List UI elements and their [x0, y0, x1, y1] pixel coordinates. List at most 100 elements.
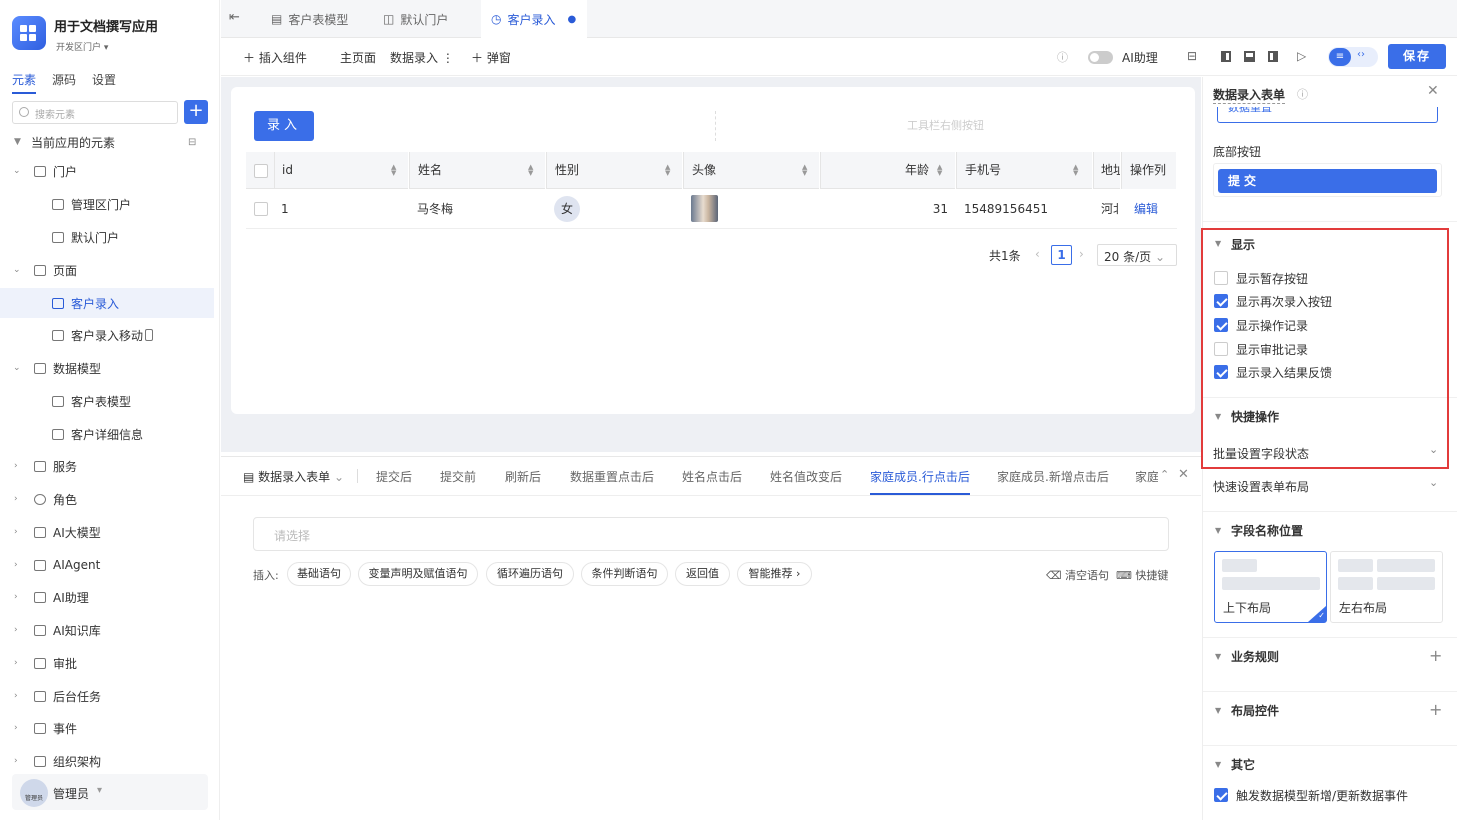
- expand-icon[interactable]: ⊟: [188, 137, 196, 148]
- trigger-event-checkbox[interactable]: [1214, 788, 1228, 802]
- insert-component-button[interactable]: ＋ 插入组件: [243, 49, 307, 66]
- event-action-select[interactable]: 请选择: [253, 517, 1169, 551]
- tab-default-portal[interactable]: ◫ 默认门户: [375, 0, 456, 38]
- col-address[interactable]: 地址: [1093, 152, 1121, 189]
- tree-pages[interactable]: ⌄ 页面: [0, 255, 214, 285]
- business-rules-header[interactable]: 业务规则: [1231, 648, 1279, 665]
- close-icon[interactable]: ✕: [1178, 467, 1189, 482]
- data-entry-menu[interactable]: 数据录入 ⋮: [390, 49, 454, 66]
- row-checkbox[interactable]: [254, 202, 268, 216]
- tree-portal[interactable]: ⌄ 门户: [0, 156, 214, 186]
- col-gender[interactable]: 性别 ▲ ▼: [546, 152, 683, 189]
- col-phone[interactable]: 手机号 ▲ ▼: [956, 152, 1093, 189]
- avatar-thumbnail[interactable]: [691, 195, 718, 222]
- tree-role[interactable]: › 角色: [0, 484, 214, 514]
- user-menu[interactable]: 管理员 管理员 ▾: [12, 774, 208, 810]
- submit-button[interactable]: 提交: [1218, 169, 1437, 193]
- quick-form-layout[interactable]: 快速设置表单布局: [1213, 478, 1309, 495]
- col-id[interactable]: id ▲ ▼: [274, 152, 409, 189]
- event-tab-after-refresh[interactable]: 刷新后: [505, 468, 541, 485]
- bottom-panel-icon[interactable]: [1244, 51, 1255, 62]
- col-age[interactable]: 年龄 ▲ ▼: [820, 152, 956, 189]
- tree-data-model[interactable]: ⌄ 数据模型: [0, 353, 214, 383]
- layout-toggle-icon[interactable]: ⊟: [1187, 49, 1197, 63]
- tab-customer-model[interactable]: ▤ 客户表模型: [263, 0, 356, 38]
- tree-background-task[interactable]: › 后台任务: [0, 681, 214, 711]
- event-tab-after-submit[interactable]: 提交后: [376, 468, 412, 485]
- tab-customer-entry[interactable]: ◷ 客户录入 ●: [481, 0, 587, 38]
- tab-source[interactable]: 源码: [52, 71, 76, 94]
- tree-org[interactable]: › 组织架构: [0, 746, 214, 776]
- env-selector[interactable]: 开发区门户 ▾: [56, 40, 108, 53]
- tree-ai-knowledge[interactable]: › AI知识库: [0, 615, 214, 645]
- prev-page-icon[interactable]: ‹: [1035, 247, 1040, 261]
- chip-loop-statement[interactable]: 循环遍历语句: [486, 562, 574, 586]
- tree-service[interactable]: › 服务: [0, 451, 214, 481]
- tree-customer-model[interactable]: 客户表模型: [0, 386, 214, 416]
- shortcut-button[interactable]: ⌨ 快捷键: [1116, 567, 1168, 583]
- help-icon[interactable]: ⓘ: [1057, 49, 1068, 65]
- ai-assistant-toggle[interactable]: [1088, 51, 1113, 64]
- caret-down-icon[interactable]: ▼: [1215, 706, 1221, 715]
- event-tab-family-more[interactable]: 家庭: [1135, 468, 1158, 485]
- other-header[interactable]: 其它: [1231, 756, 1255, 773]
- col-avatar[interactable]: 头像 ▲ ▼: [683, 152, 820, 189]
- layout-top-bottom-option[interactable]: 上下布局 ✓: [1214, 551, 1327, 623]
- preview-play-icon[interactable]: ▷: [1297, 49, 1306, 63]
- tree-customer-detail[interactable]: 客户详细信息: [0, 419, 214, 449]
- collapse-up-icon[interactable]: ⌃: [1160, 468, 1169, 481]
- code-mode-icon[interactable]: ‹›: [1357, 49, 1365, 60]
- chip-condition-statement[interactable]: 条件判断语句: [581, 562, 668, 586]
- tree-ai-assistant[interactable]: › AI助理: [0, 582, 214, 612]
- add-element-button[interactable]: +: [184, 100, 208, 124]
- event-source-select[interactable]: ▤ 数据录入表单 ⌄: [243, 468, 344, 485]
- event-tab-name-change[interactable]: 姓名值改变后: [770, 468, 842, 485]
- section-current-elements[interactable]: ▼ 当前应用的元素 ⊟: [0, 127, 214, 157]
- edit-link[interactable]: 编辑: [1134, 189, 1158, 229]
- event-tab-before-submit[interactable]: 提交前: [440, 468, 476, 485]
- clear-statement-button[interactable]: ⌫ 清空语句: [1046, 567, 1109, 583]
- page-size-select[interactable]: 20 条/页 ⌄: [1097, 244, 1177, 266]
- tree-events[interactable]: › 事件: [0, 713, 214, 743]
- right-panel-icon[interactable]: [1268, 51, 1278, 62]
- page-number[interactable]: 1: [1051, 245, 1072, 265]
- next-page-icon[interactable]: ›: [1079, 247, 1084, 261]
- tree-customer-entry-mobile[interactable]: 客户录入移动: [0, 320, 214, 350]
- tab-elements[interactable]: 元素: [12, 71, 37, 94]
- tree-default-portal[interactable]: 默认门户: [0, 222, 214, 252]
- event-tab-family-add-click[interactable]: 家庭成员.新增点击后: [997, 468, 1109, 485]
- add-rule-icon[interactable]: +: [1429, 646, 1442, 665]
- help-icon[interactable]: ⓘ: [1297, 86, 1308, 102]
- close-icon[interactable]: ✕: [1427, 83, 1439, 99]
- table-row[interactable]: 1 马冬梅 女 31 15489156451 河北 编辑: [246, 189, 1177, 229]
- event-tab-reset-click[interactable]: 数据重置点击后: [570, 468, 654, 485]
- tree-ai-model[interactable]: › AI大模型: [0, 517, 214, 547]
- layout-left-right-option[interactable]: 左右布局: [1330, 551, 1443, 623]
- event-tab-family-row-click[interactable]: 家庭成员.行点击后: [870, 468, 970, 495]
- main-page-button[interactable]: 主页面: [340, 49, 376, 66]
- popup-button[interactable]: ＋ 弹窗: [471, 49, 511, 66]
- add-layout-control-icon[interactable]: +: [1429, 700, 1442, 719]
- entry-button[interactable]: 录入: [254, 111, 314, 141]
- select-all-checkbox[interactable]: [254, 164, 268, 178]
- caret-down-icon[interactable]: ▼: [1215, 526, 1221, 535]
- field-position-header[interactable]: 字段名称位置: [1231, 522, 1303, 539]
- tree-admin-portal[interactable]: 管理区门户: [0, 189, 214, 219]
- chevron-down-icon[interactable]: ⌄: [1429, 476, 1438, 489]
- chip-return-value[interactable]: 返回值: [675, 562, 730, 586]
- design-mode-icon[interactable]: ≡: [1329, 48, 1351, 66]
- tree-ai-agent[interactable]: › AIAgent: [0, 550, 214, 580]
- toolbar-right-slot[interactable]: 工具栏右侧按钮: [715, 111, 1175, 141]
- chip-variable-statement[interactable]: 变量声明及赋值语句: [358, 562, 478, 586]
- reset-button-preview[interactable]: 数据重置: [1217, 107, 1438, 123]
- chip-smart-recommend[interactable]: 智能推荐 ›: [737, 562, 812, 586]
- caret-down-icon[interactable]: ▼: [1215, 760, 1221, 769]
- event-tab-name-click[interactable]: 姓名点击后: [682, 468, 742, 485]
- save-button[interactable]: 保存: [1388, 44, 1446, 69]
- tab-settings[interactable]: 设置: [92, 71, 116, 94]
- layout-controls-header[interactable]: 布局控件: [1231, 702, 1279, 719]
- collapse-sidebar-icon[interactable]: ⇤: [229, 10, 240, 25]
- tree-customer-entry[interactable]: 客户录入: [0, 288, 214, 318]
- left-panel-icon[interactable]: [1221, 51, 1231, 62]
- search-input[interactable]: 搜索元素: [12, 101, 178, 124]
